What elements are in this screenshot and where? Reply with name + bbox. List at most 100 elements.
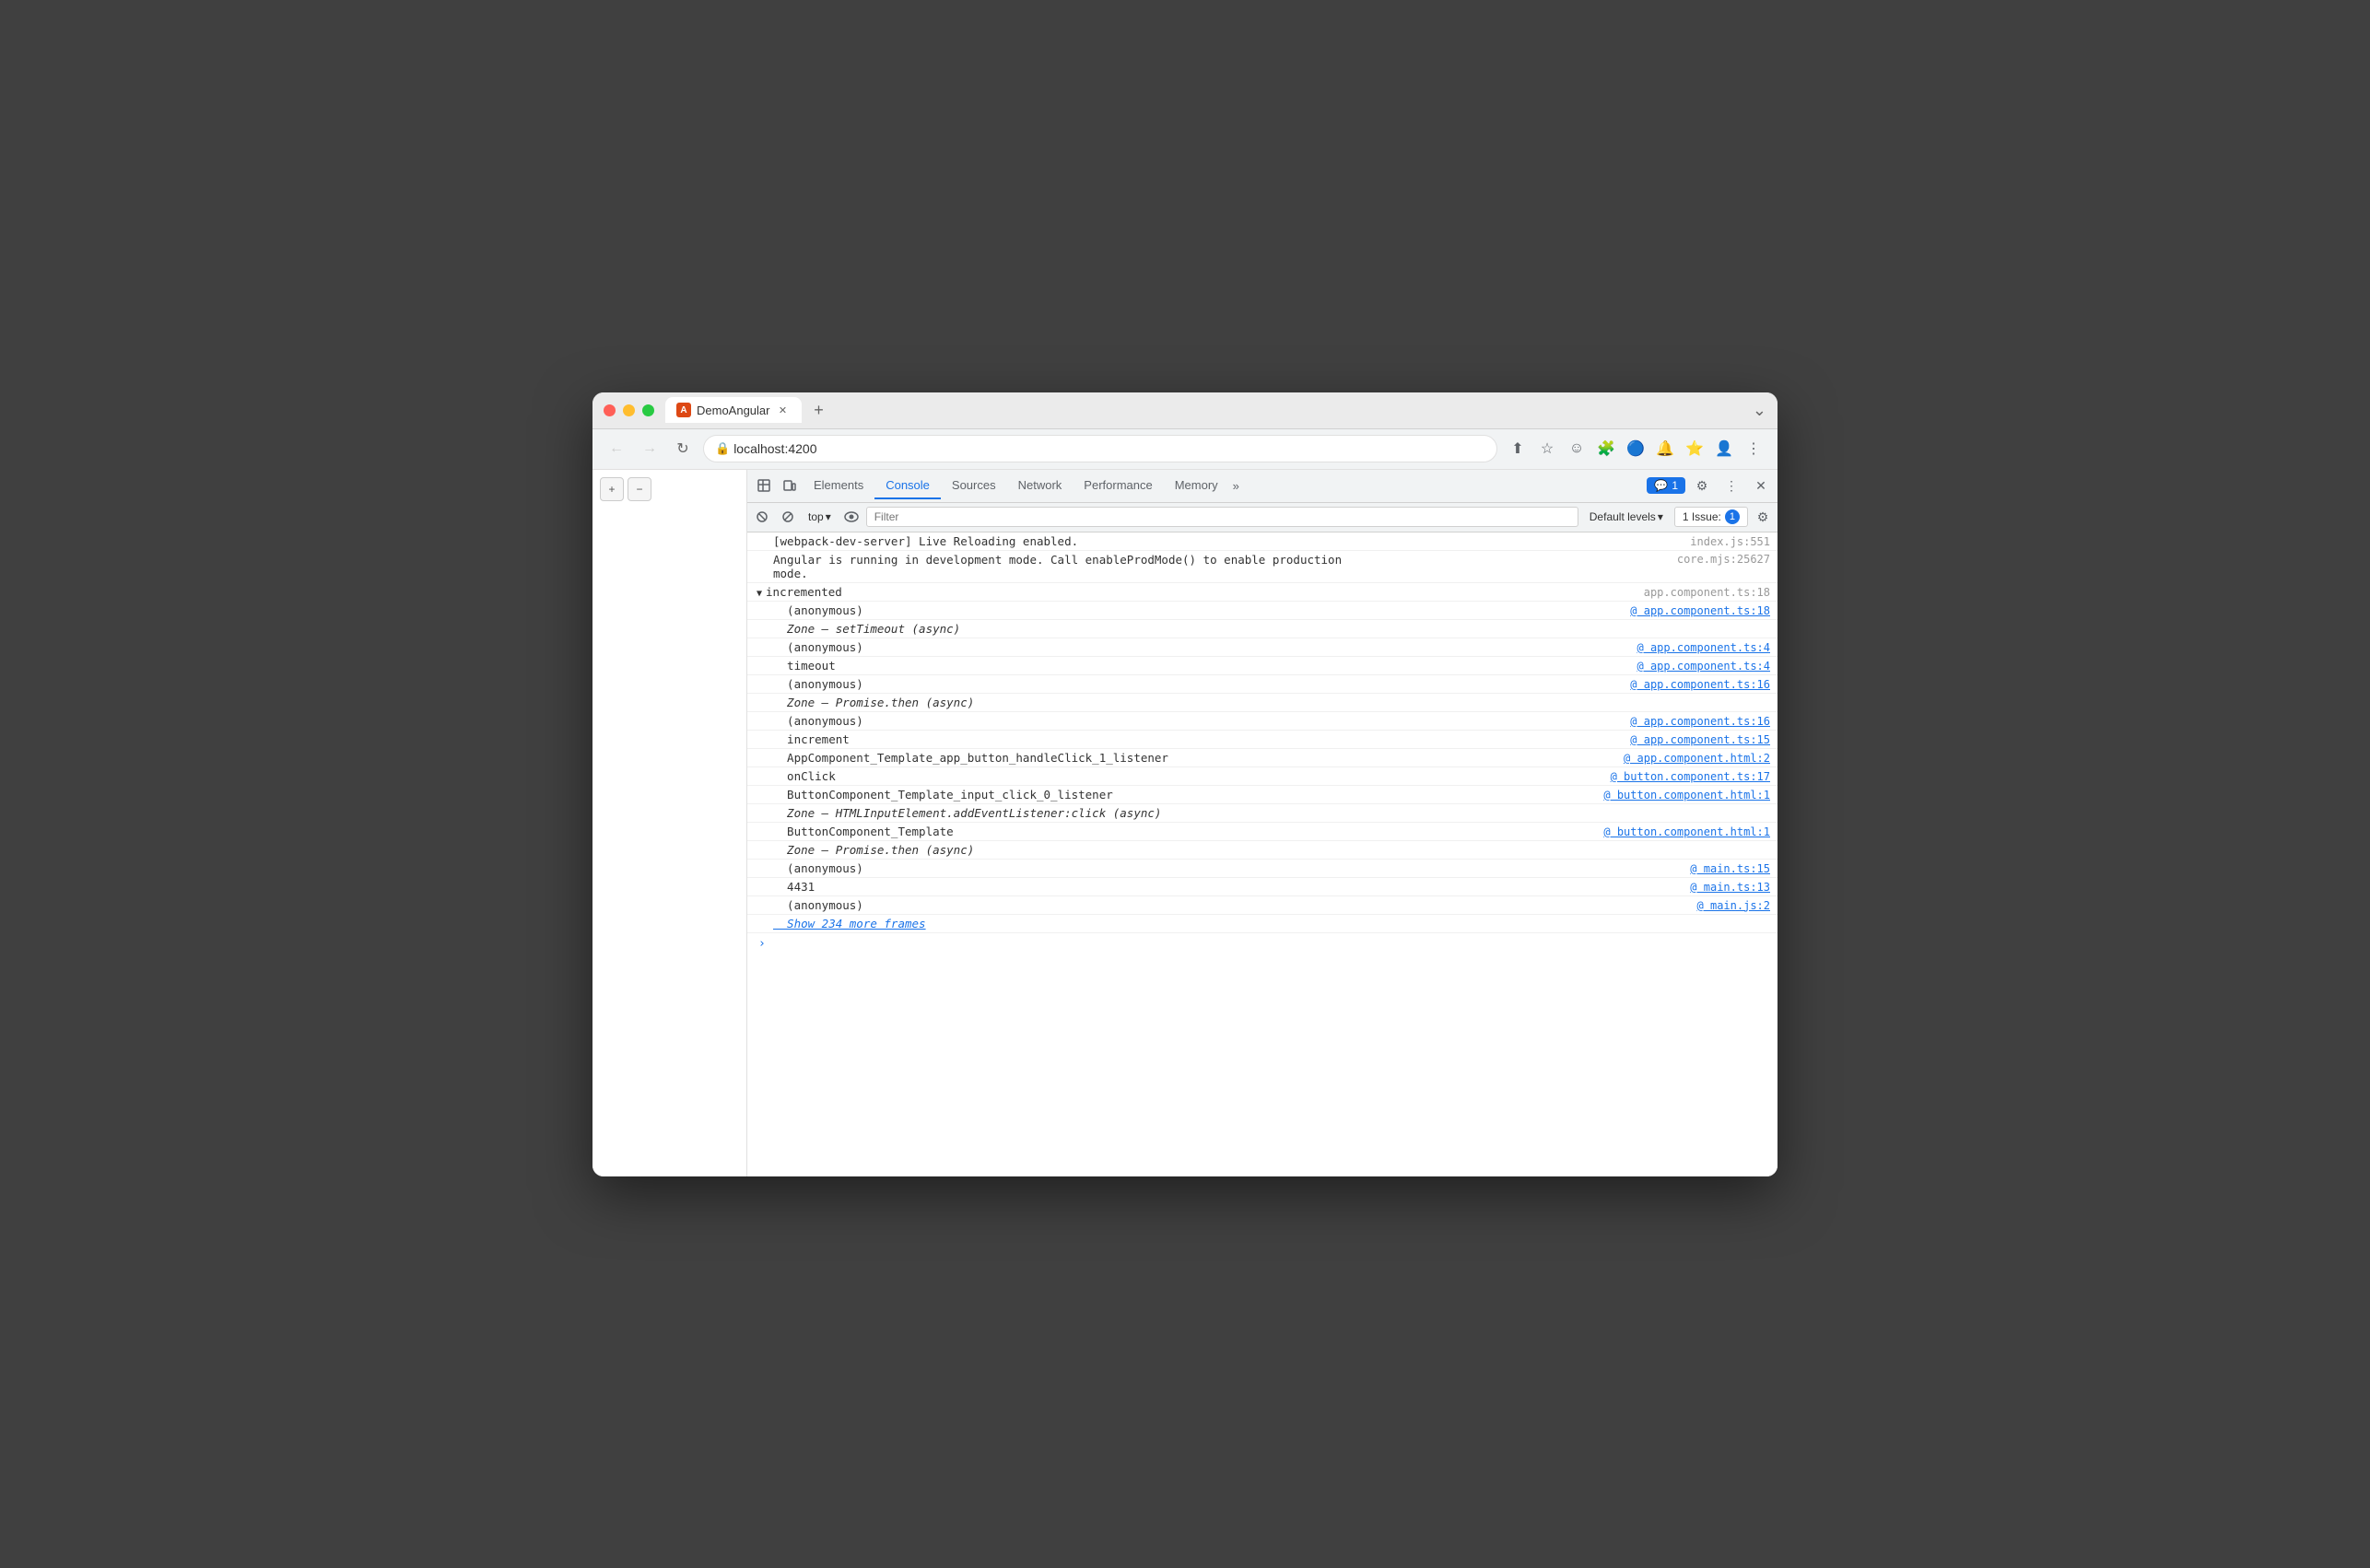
lock-icon: 🔒 <box>715 441 730 456</box>
show-more-frames-link[interactable]: Show 234 more frames <box>773 917 1770 930</box>
default-levels-dropdown[interactable]: Default levels ▾ <box>1582 509 1671 525</box>
console-settings-icon[interactable]: ⚙ <box>1752 506 1774 528</box>
address-bar: ← → ↻ 🔒 localhost:4200 ⬆ ☆ ☺ 🧩 🔵 🔔 ⭐ 👤 ⋮ <box>592 429 1778 470</box>
console-log-source-link[interactable]: @ main.js:2 <box>1679 899 1770 912</box>
console-log-text: Zone – Promise.then (async) <box>773 696 1770 709</box>
console-log-text: (anonymous) <box>773 640 1619 654</box>
profile-icon[interactable]: 🔵 <box>1623 436 1648 462</box>
tab-memory[interactable]: Memory <box>1164 473 1229 499</box>
more-options-icon[interactable]: ⋮ <box>1741 436 1766 462</box>
address-input[interactable]: 🔒 localhost:4200 <box>703 435 1497 462</box>
console-log-text: (anonymous) <box>773 714 1612 728</box>
browser-tab-active[interactable]: A DemoAngular ✕ <box>665 397 802 423</box>
collapse-arrow-icon[interactable]: ▼ <box>757 589 762 599</box>
console-log-text: [webpack-dev-server] Live Reloading enab… <box>773 534 1672 548</box>
reload-button[interactable]: ↻ <box>670 436 696 462</box>
issues-count: 1 <box>1725 509 1740 524</box>
console-log-source-link[interactable]: @ button.component.html:1 <box>1585 825 1770 838</box>
main-content: + − <box>592 470 1778 1176</box>
console-log-text: timeout <box>773 659 1619 673</box>
filter-container <box>866 507 1578 527</box>
console-log-source-link[interactable]: @ app.component.ts:18 <box>1612 604 1770 617</box>
clear-console-icon[interactable] <box>751 506 773 528</box>
console-stack-line: (anonymous) @ app.component.ts:18 <box>747 602 1778 620</box>
puzzle-icon[interactable]: ⭐ <box>1682 436 1707 462</box>
new-tab-button[interactable]: + <box>807 398 831 422</box>
console-log-text: 4431 <box>773 880 1672 894</box>
console-log-source-link[interactable]: @ main.ts:13 <box>1672 881 1770 894</box>
tab-network[interactable]: Network <box>1007 473 1074 499</box>
bell-icon[interactable]: 🔔 <box>1652 436 1678 462</box>
back-button[interactable]: ← <box>604 436 629 462</box>
devtools-settings-icon[interactable]: ⚙ <box>1689 473 1715 498</box>
console-log-text: (anonymous) <box>773 603 1612 617</box>
console-log-text: ButtonComponent_Template_input_click_0_l… <box>773 788 1585 802</box>
console-log-source-link[interactable]: @ app.component.ts:15 <box>1612 733 1770 746</box>
share-icon[interactable]: ⬆ <box>1505 436 1531 462</box>
devtools-more-options-icon[interactable]: ⋮ <box>1719 473 1744 498</box>
issues-badge[interactable]: 1 Issue: 1 <box>1674 507 1748 527</box>
maximize-window-button[interactable] <box>642 404 654 416</box>
forward-button[interactable]: → <box>637 436 663 462</box>
filter-input[interactable] <box>871 509 1574 525</box>
console-show-more-frames[interactable]: Show 234 more frames <box>747 915 1778 933</box>
prompt-arrow-icon: › <box>758 937 766 951</box>
console-async-line: Zone – setTimeout (async) <box>747 620 1778 638</box>
console-stack-line: (anonymous) @ main.ts:15 <box>747 860 1778 878</box>
tab-close-button[interactable]: ✕ <box>776 403 791 417</box>
tab-sources[interactable]: Sources <box>941 473 1007 499</box>
default-levels-label: Default levels <box>1590 510 1656 523</box>
console-log-source-link[interactable]: @ app.component.ts:16 <box>1612 715 1770 728</box>
console-log-text: incremented <box>766 585 1625 599</box>
devtools-panel: Elements Console Sources Network Perform… <box>747 470 1778 1176</box>
console-prompt[interactable]: › <box>747 933 1778 954</box>
console-log-source[interactable]: app.component.ts:18 <box>1625 586 1770 599</box>
device-toggle-icon[interactable] <box>777 473 803 498</box>
issues-text: 1 Issue: <box>1683 510 1721 523</box>
console-log-text: onClick <box>773 769 1592 783</box>
console-log-source[interactable]: core.mjs:25627 <box>1659 553 1770 566</box>
default-levels-arrow: ▾ <box>1658 510 1663 523</box>
minimize-window-button[interactable] <box>623 404 635 416</box>
tab-performance[interactable]: Performance <box>1073 473 1163 499</box>
console-log-source-link[interactable]: @ app.component.ts:4 <box>1619 641 1771 654</box>
bookmark-star-icon[interactable]: ☆ <box>1534 436 1560 462</box>
console-group-header: ▼ incremented app.component.ts:18 <box>747 583 1778 602</box>
console-log-text: Angular is running in development mode. … <box>773 553 1659 580</box>
inspect-element-icon[interactable] <box>751 473 777 498</box>
console-stack-line: (anonymous) @ app.component.ts:16 <box>747 712 1778 731</box>
console-log-source-link[interactable]: @ app.component.ts:4 <box>1619 660 1771 673</box>
console-toolbar: top ▾ Default levels ▾ 1 Issu <box>747 503 1778 532</box>
window-chevron[interactable]: ⌄ <box>1753 401 1766 420</box>
close-window-button[interactable] <box>604 404 616 416</box>
console-log-source-link[interactable]: @ app.component.ts:16 <box>1612 678 1770 691</box>
console-stack-line: (anonymous) @ app.component.ts:16 <box>747 675 1778 694</box>
console-log-source-link[interactable]: @ app.component.html:2 <box>1605 752 1770 765</box>
title-bar: A DemoAngular ✕ + ⌄ <box>592 392 1778 429</box>
zoom-in-button[interactable]: + <box>600 477 624 501</box>
console-async-line: Zone – Promise.then (async) <box>747 694 1778 712</box>
eye-icon[interactable] <box>840 506 862 528</box>
console-log-text: AppComponent_Template_app_button_handleC… <box>773 751 1605 765</box>
page-controls: + − <box>600 477 739 501</box>
url-text: localhost:4200 <box>733 441 816 456</box>
console-log-source-link[interactable]: @ button.component.ts:17 <box>1592 770 1770 783</box>
console-log-source[interactable]: index.js:551 <box>1672 535 1770 548</box>
console-async-line: Zone – Promise.then (async) <box>747 841 1778 860</box>
console-messages-badge[interactable]: 💬 1 <box>1647 477 1685 494</box>
console-log-source-link[interactable]: @ button.component.html:1 <box>1585 789 1770 802</box>
prohibit-icon[interactable] <box>777 506 799 528</box>
more-tabs-button[interactable]: » <box>1229 479 1243 493</box>
avatar-icon[interactable]: 👤 <box>1711 436 1737 462</box>
tab-bar: A DemoAngular ✕ + <box>665 397 1753 423</box>
devtools-close-button[interactable]: ✕ <box>1748 473 1774 498</box>
extensions-icon[interactable]: 🧩 <box>1593 436 1619 462</box>
browser-window: A DemoAngular ✕ + ⌄ ← → ↻ 🔒 localhost:42… <box>592 392 1778 1176</box>
context-dropdown[interactable]: top ▾ <box>803 509 837 525</box>
tab-console[interactable]: Console <box>874 473 941 499</box>
console-log-text: Zone – HTMLInputElement.addEventListener… <box>773 806 1770 820</box>
tab-elements[interactable]: Elements <box>803 473 874 499</box>
console-log-source-link[interactable]: @ main.ts:15 <box>1672 862 1770 875</box>
zoom-out-button[interactable]: − <box>628 477 651 501</box>
face-icon[interactable]: ☺ <box>1564 436 1590 462</box>
